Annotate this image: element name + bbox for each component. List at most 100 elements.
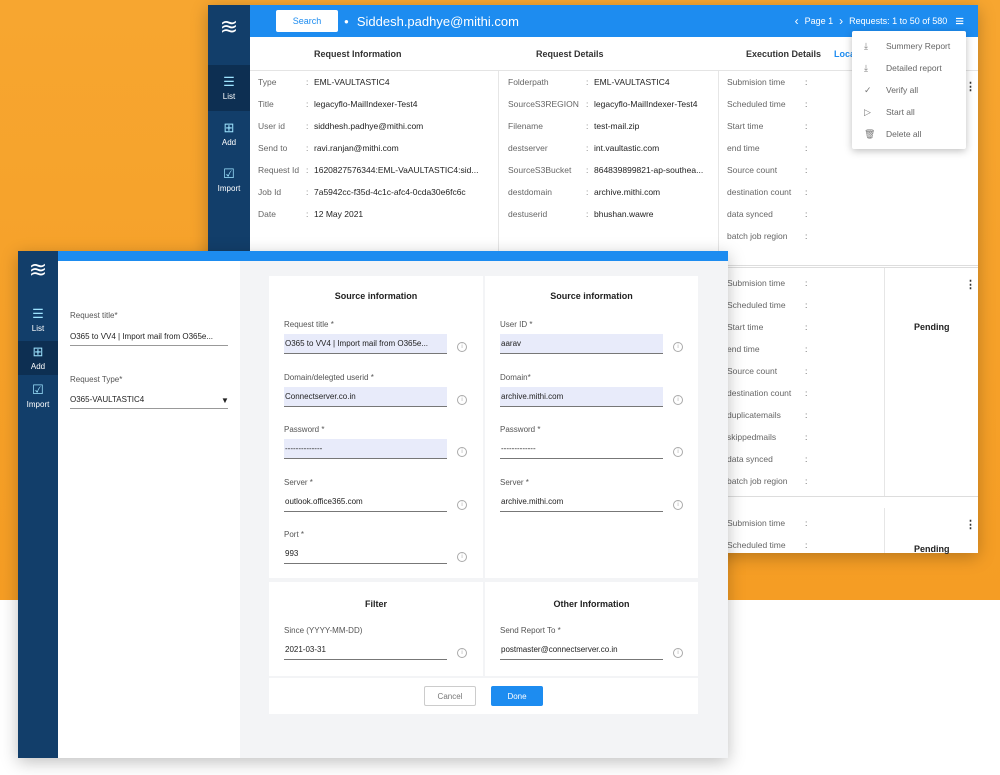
request-info-list: Type EML-VAULTASTIC4 Title legacyflo-MailIn… <box>258 71 498 225</box>
separator: : <box>805 165 808 175</box>
done-button[interactable]: Done <box>491 686 543 706</box>
filter-panel: Filter Since (YYYY-MM-DD) 2021-03-31 i <box>269 582 483 676</box>
separator: : <box>805 143 808 153</box>
detail-row: destuserid bhushan.wawre <box>508 203 718 225</box>
field-input[interactable]: Connectserver.co.in <box>284 386 447 407</box>
execution-row: Scheduled time: <box>727 534 847 556</box>
execution-row: duplicatemails: <box>727 404 847 426</box>
sidebar: ≋ ☰ List ⊞ Add ☑ Import <box>18 251 58 758</box>
caret-down-icon[interactable]: ▼ <box>221 396 229 405</box>
search-button[interactable]: Search <box>276 10 338 32</box>
more-vertical-icon[interactable]: ⋮ <box>965 518 976 531</box>
field-label: Domain* <box>500 372 531 382</box>
request-title-label: Request title* <box>70 311 118 320</box>
menu-item-verify-all[interactable]: ✓ Verify all <box>852 79 966 101</box>
header-request-details: Request Details <box>536 49 604 59</box>
field-label: Server * <box>284 477 313 487</box>
header-request-information: Request Information <box>314 49 402 59</box>
separator: : <box>805 231 808 241</box>
sidebar-item-import[interactable]: ☑ Import <box>208 157 250 203</box>
add-request-window: ≋ ☰ List ⊞ Add ☑ Import Request title* O365… <box>18 251 728 758</box>
cancel-button[interactable]: Cancel <box>424 686 476 706</box>
execution-row: batch job region: <box>727 470 847 492</box>
field-input[interactable]: 993 <box>284 544 447 564</box>
detail-key: Title <box>258 99 274 109</box>
separator: : <box>805 344 808 354</box>
play-icon: ▷ <box>864 106 871 117</box>
detail-key: Date <box>258 209 276 219</box>
info-icon: i <box>673 394 683 405</box>
field-label: Password * <box>284 425 325 434</box>
sidebar-item-list[interactable]: ☰ List <box>18 299 58 341</box>
menu-item-delete-all[interactable]: 🗑 Delete all <box>852 123 966 145</box>
sidebar-item-import[interactable]: ☑ Import <box>18 375 58 417</box>
since-date-field[interactable]: 2021-03-31 <box>284 640 447 660</box>
field-input[interactable]: O365 to VV4 | Import mail from O365e... <box>284 334 447 354</box>
execution-key: batch job region <box>727 476 788 486</box>
separator: : <box>805 278 808 288</box>
field-input[interactable]: archive.mithi.com <box>500 492 663 512</box>
detail-value: 7a5942cc-f35d-4c1c-afc4-0cda30e6fc6c <box>306 181 466 203</box>
menu-icon[interactable]: ≡ <box>955 13 964 30</box>
execution-row: data synced: <box>727 203 817 225</box>
add-icon: ⊞ <box>32 344 44 359</box>
more-vertical-icon[interactable]: ⋮ <box>965 278 976 291</box>
detail-value: EML-VAULTASTIC4 <box>306 71 390 93</box>
import-icon: ☑ <box>223 166 235 181</box>
field-input[interactable]: ------------- <box>500 439 663 459</box>
execution-key: Submision time <box>727 518 786 528</box>
separator: : <box>805 77 808 87</box>
menu-item-summary-report[interactable]: ⤓ Summery Report <box>852 35 966 57</box>
detail-key: SourceS3REGION <box>508 99 579 109</box>
execution-details-list: Submision time: Scheduled time: Start time… <box>727 71 817 247</box>
execution-row: Start time: <box>727 115 817 137</box>
detail-value: 1620827576344:EML-VaAULTASTIC4:sid... <box>306 159 478 181</box>
detail-key: Filename <box>508 121 543 131</box>
request-type-select[interactable]: O365-VAULTASTIC4 <box>70 395 228 409</box>
menu-item-start-all[interactable]: ▷ Start all <box>852 101 966 123</box>
more-vertical-icon[interactable]: ⋮ <box>965 80 976 93</box>
execution-row: skippedmails: <box>727 426 847 448</box>
execution-details-list: Submision time: Scheduled time: <box>727 512 847 556</box>
detail-value: bhushan.wawre <box>586 203 653 225</box>
field-input[interactable]: aarav <box>500 334 663 354</box>
detail-row: Type EML-VAULTASTIC4 <box>258 71 498 93</box>
execution-key: Start time <box>727 121 764 131</box>
separator: : <box>805 410 808 420</box>
request-title-field[interactable]: O365 to VV4 | Import mail from O365e... <box>70 332 228 346</box>
field-input[interactable]: outlook.office365.com <box>284 492 447 512</box>
sidebar-item-list[interactable]: ☰ List <box>208 65 250 111</box>
detail-value: test-mail.zip <box>586 115 639 137</box>
sidebar-item-add[interactable]: ⊞ Add <box>18 341 58 375</box>
separator: : <box>805 187 808 197</box>
menu-item-detailed-report[interactable]: ⤓ Detailed report <box>852 57 966 79</box>
execution-row: Scheduled time: <box>727 93 817 115</box>
status-badge: Pending <box>914 544 950 554</box>
execution-row: Submision time: <box>727 272 847 294</box>
chevron-right-icon[interactable]: › <box>839 14 843 28</box>
page-number: Page 1 <box>804 16 834 26</box>
field-input[interactable]: -------------- <box>284 439 447 459</box>
execution-key: duplicatemails <box>727 410 781 420</box>
field-input[interactable]: archive.mithi.com <box>500 386 663 407</box>
request-details-list: Folderpath EML-VAULTASTIC4 SourceS3REGION l… <box>508 71 718 225</box>
detail-row: Request Id 1620827576344:EML-VaAULTASTIC4… <box>258 159 498 181</box>
detail-row: SourceS3REGION legacyflo-MailIndexer-Test… <box>508 93 718 115</box>
detail-row: Send to ravi.ranjan@mithi.com <box>258 137 498 159</box>
send-report-field[interactable]: postmaster@connectserver.co.in <box>500 640 663 660</box>
detail-key: User id <box>258 121 285 131</box>
detail-key: Job Id <box>258 187 282 197</box>
detail-key: Folderpath <box>508 77 549 87</box>
info-icon: i <box>457 648 467 658</box>
separator: : <box>805 99 808 109</box>
info-icon: i <box>673 499 683 510</box>
chevron-left-icon[interactable]: ‹ <box>795 14 799 28</box>
separator: : <box>805 300 808 310</box>
execution-row: Source count: <box>727 159 817 181</box>
trash-icon: 🗑 <box>864 128 876 139</box>
execution-row: Start time: <box>727 316 847 338</box>
actions-menu: ⤓ Summery Report ⤓ Detailed report ✓ Verify… <box>852 31 966 149</box>
detail-key: destserver <box>508 143 548 153</box>
sidebar-item-add[interactable]: ⊞ Add <box>208 111 250 157</box>
execution-key: Submision time <box>727 77 786 87</box>
